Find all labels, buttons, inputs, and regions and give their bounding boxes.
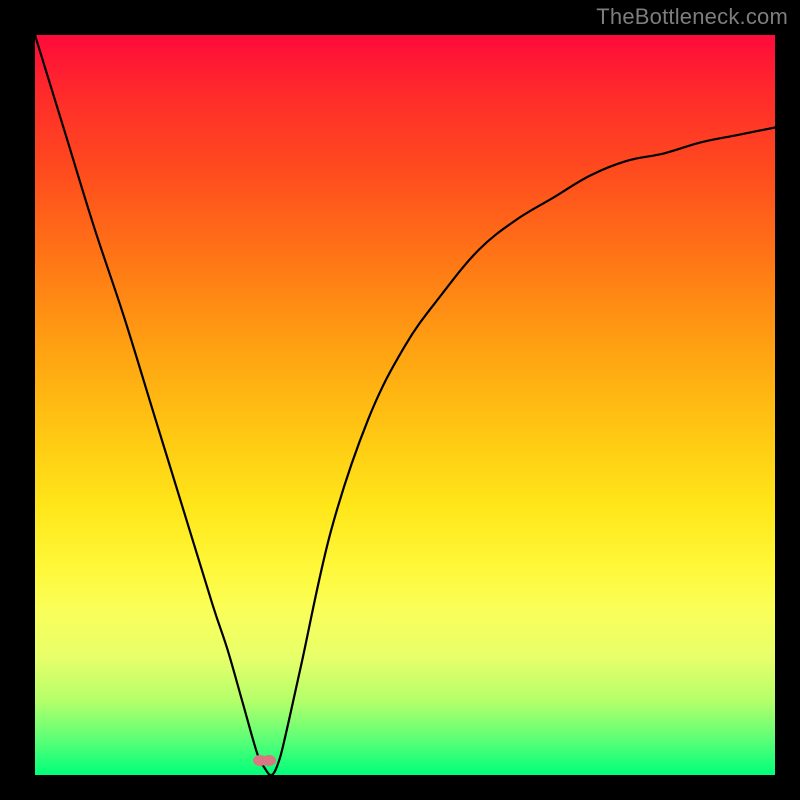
bottleneck-curve <box>35 35 775 775</box>
min-marker <box>262 755 276 766</box>
plot-area <box>35 35 775 775</box>
watermark-text: TheBottleneck.com <box>596 4 788 30</box>
chart-frame: TheBottleneck.com <box>0 0 800 800</box>
min-marker <box>253 755 267 766</box>
